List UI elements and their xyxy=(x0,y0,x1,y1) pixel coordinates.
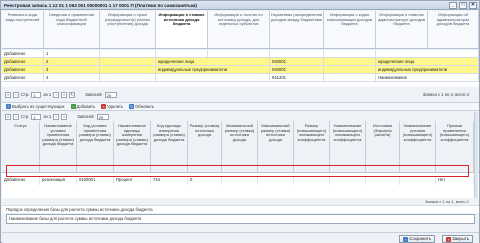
base-order-label: Порядок определения базы для расчета сум… xyxy=(2,205,479,213)
column-header[interactable]: Минимальный размер (ставка) источника до… xyxy=(222,121,258,172)
table-row[interactable]: Добавлено реализация 0100001 Процент 744… xyxy=(2,176,479,185)
tab-payment-period[interactable]: Информация о сроке (периодичности) уплат… xyxy=(100,11,156,48)
tab-strip: Реквизиты кода вида поступлений Сведения… xyxy=(2,11,479,49)
tab-administrators[interactable]: Информация об администраторах доходов бю… xyxy=(428,11,479,48)
column-header[interactable]: Наименование условия (повышающего) коэфф… xyxy=(400,121,436,172)
table-row[interactable]: Добавлено 4 041201 Наименование xyxy=(2,74,479,82)
save-button[interactable]: ✓ Сохранить xyxy=(399,235,435,243)
tab-classification-codes[interactable]: Информация о кодах классификации доходов… xyxy=(324,11,376,48)
refresh-button[interactable]: ↻ Обновить xyxy=(129,104,154,109)
save-icon: ✓ xyxy=(403,236,409,242)
minimize-icon[interactable]: _ xyxy=(449,2,457,9)
refresh-icon[interactable]: ↻ xyxy=(69,91,76,98)
records-per-page-select[interactable]: 25 xyxy=(104,91,117,98)
column-header[interactable]: Статус xyxy=(2,121,40,172)
column-header[interactable]: Наименование единицы измерения размера (… xyxy=(114,121,151,172)
window-titlebar: Реестровая запись 1 12 01 1 063 001 0000… xyxy=(1,1,479,10)
add-icon: + xyxy=(70,104,76,109)
last-page-icon[interactable]: » xyxy=(61,113,68,120)
base-name-field[interactable]: Наименование базы для расчета суммы исто… xyxy=(6,214,475,224)
refresh-icon: ↻ xyxy=(129,104,135,109)
add-button[interactable]: + Добавить xyxy=(70,104,95,109)
table-row[interactable]: Добавлено 3 индивидуальные предпринимате… xyxy=(2,66,479,74)
tab-details[interactable]: Реквизиты кода вида поступлений xyxy=(2,11,44,48)
first-page-icon[interactable]: « xyxy=(5,113,11,120)
grid-records-count: Записи с 1 по 1, всего 1 xyxy=(2,198,479,205)
column-header[interactable]: Наименование (повышающего) понижающего к… xyxy=(330,121,366,172)
select-existing-button[interactable]: ≡ Выбрать из существующих xyxy=(6,104,65,109)
grid-scrollbar[interactable] xyxy=(474,112,478,198)
tab-benefits[interactable]: Информация о льготах по источнику дохода… xyxy=(208,11,270,48)
upper-pager: « ‹ Стр. 1 из 1 › » ↻ Записей: 25 Записи… xyxy=(2,90,479,99)
list-icon: ≡ xyxy=(6,104,11,109)
first-page-icon[interactable]: « xyxy=(5,91,11,98)
column-header[interactable]: Наименование условия применения размера … xyxy=(40,121,77,172)
page-input[interactable]: 1 xyxy=(31,113,42,120)
grid-header: Статус Наименование условия применения р… xyxy=(2,121,479,173)
window-title: Реестровая запись 1 12 01 1 063 001 0000… xyxy=(4,3,197,8)
next-page-icon[interactable]: › xyxy=(53,113,60,120)
column-header[interactable]: Признак применения (повышающего) коэффиц… xyxy=(436,121,474,172)
tab-chief-administrator[interactable]: Информация о главном администраторе дохо… xyxy=(376,11,428,48)
next-page-icon[interactable]: › xyxy=(53,91,60,98)
rates-grid: « ‹ Стр. 1 из 1 › » Записей: 25 Статус Н… xyxy=(2,112,479,198)
prev-page-icon[interactable]: ‹ xyxy=(13,91,19,98)
tab-rates[interactable]: Информация о ставках источника дохода бю… xyxy=(156,11,208,48)
tab-budget-classification[interactable]: Сведения о применении кода бюджетной кла… xyxy=(44,11,100,48)
tab-distribution-norms[interactable]: Нормативы распределения доходов между бю… xyxy=(270,11,324,48)
maximize-icon[interactable]: □ xyxy=(459,2,467,9)
bottom-panel: Записи с 1 по 1, всего 1 Порядок определ… xyxy=(2,198,479,225)
prev-page-icon[interactable]: ‹ xyxy=(13,113,19,120)
delete-icon: × xyxy=(101,104,107,109)
grid-pager: « ‹ Стр. 1 из 1 › » Записей: 25 xyxy=(2,112,479,121)
column-header[interactable]: Код условия применения размера (ставки) … xyxy=(77,121,114,172)
upper-table: Добавлено 1 Добавлено 2 юридические лица… xyxy=(2,50,479,87)
window: Реестровая запись 1 12 01 1 063 001 0000… xyxy=(0,0,480,243)
dialog-footer: ✓ Сохранить × Закрыть xyxy=(2,232,479,243)
column-header[interactable]: Источники (Формула расчета) xyxy=(366,121,400,172)
grid-toolbar: ≡ Выбрать из существующих + Добавить × Удал… xyxy=(2,102,479,111)
delete-button[interactable]: × Удалить xyxy=(101,104,123,109)
last-page-icon[interactable]: » xyxy=(61,91,68,98)
records-per-page-select[interactable]: 25 xyxy=(96,113,109,120)
column-header[interactable]: Максимальный размер (ставка) источника д… xyxy=(258,121,294,172)
column-header[interactable]: Код единицы измерения размера (ставки) д… xyxy=(151,121,188,172)
close-icon[interactable]: ✕ xyxy=(469,2,477,9)
close-button[interactable]: × Закрыть xyxy=(442,235,473,243)
records-count: Записи с 1 по 4, всего 4 xyxy=(422,92,469,97)
table-row[interactable]: Добавлено 2 юридические лица 040001 юрид… xyxy=(2,58,479,66)
close-icon: × xyxy=(446,236,452,242)
page-input[interactable]: 1 xyxy=(31,91,42,98)
table-row[interactable]: Добавлено 1 xyxy=(2,50,479,58)
column-header[interactable]: Размер (повышающего) понижающего коэффиц… xyxy=(294,121,330,172)
column-header[interactable]: Размер (ставка) источника дохода xyxy=(188,121,222,172)
